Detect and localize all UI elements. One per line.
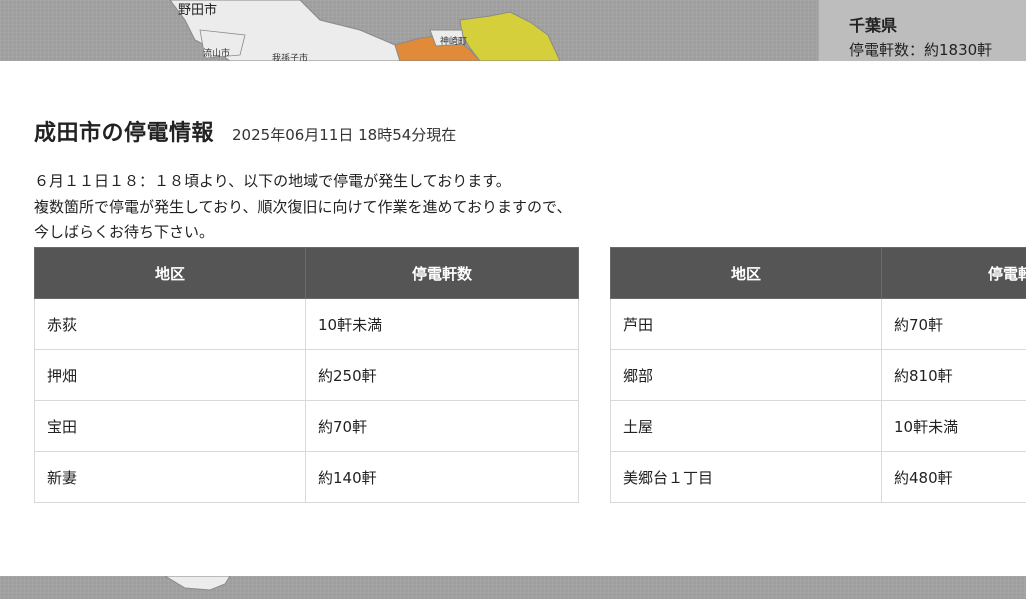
district-cell: 芦田 <box>610 298 882 350</box>
map-label-nagareyama: 流山市 <box>203 49 231 59</box>
district-cell: 郷部 <box>610 349 882 401</box>
table-row: 美郷台１丁目 約480軒 <box>610 451 1026 503</box>
outage-count-cell: 10軒未満 <box>305 298 579 350</box>
modal-header: 成田市の停電情報 2025年06月11日 18時54分現在 <box>34 115 456 147</box>
background-map: 野田市 流山市 我孫子市 神崎町 <box>0 0 818 61</box>
district-cell: 押畑 <box>34 349 306 401</box>
outage-count-cell: 約810軒 <box>881 349 1026 401</box>
outage-notice: ６月１１日１８：１８頃より、以下の地域で停電が発生しております。 複数箇所で停電… <box>34 169 571 246</box>
outage-count-cell: 約70軒 <box>881 298 1026 350</box>
outage-table-right: 地区 停電軒数 芦田 約70軒 郷部 約810軒 土屋 10軒未満 美郷台１丁目… <box>610 247 1026 503</box>
notice-line: 複数箇所で停電が発生しており、順次復旧に向けて作業を進めておりますので、 <box>34 197 572 216</box>
outage-count-cell: 約140軒 <box>305 451 579 503</box>
column-header-outage-count: 停電軒数 <box>305 247 579 299</box>
outage-count-cell: 約70軒 <box>305 400 579 452</box>
district-cell: 土屋 <box>610 400 882 452</box>
district-cell: 赤荻 <box>34 298 306 350</box>
region-prefecture: 千葉県 <box>849 16 898 35</box>
table-header-row: 地区 停電軒数 <box>610 247 1026 299</box>
outage-count-cell: 約250軒 <box>305 349 579 401</box>
outage-count-cell: 約480軒 <box>881 451 1026 503</box>
map-shapes <box>169 0 561 61</box>
outage-info-modal: 成田市の停電情報 2025年06月11日 18時54分現在 ６月１１日１８：１８… <box>0 61 1026 576</box>
background-map-bottom <box>0 576 1026 599</box>
table-row: 宝田 約70軒 <box>34 400 579 452</box>
table-header-row: 地区 停電軒数 <box>34 247 579 299</box>
outage-table-left: 地区 停電軒数 赤荻 10軒未満 押畑 約250軒 宝田 約70軒 新妻 約14… <box>34 247 579 503</box>
district-cell: 新妻 <box>34 451 306 503</box>
table-row: 郷部 約810軒 <box>610 349 1026 401</box>
map-label-noda: 野田市 <box>178 3 218 18</box>
map-shapes-bottom <box>164 576 231 591</box>
district-cell: 宝田 <box>34 400 306 452</box>
region-outage-count: 停電軒数：約1830軒 <box>849 41 993 59</box>
notice-line: 今しばらくお待ち下さい。 <box>34 223 215 241</box>
page-title: 成田市の停電情報 <box>34 121 215 146</box>
updated-timestamp: 2025年06月11日 18時54分現在 <box>232 126 457 144</box>
outage-count-cell: 10軒未満 <box>881 400 1026 452</box>
table-row: 土屋 10軒未満 <box>610 400 1026 452</box>
notice-line: ６月１１日１８：１８頃より、以下の地域で停電が発生しております。 <box>34 172 511 190</box>
map-label-kozaki: 神崎町 <box>440 37 468 47</box>
table-row: 赤荻 10軒未満 <box>34 298 579 350</box>
table-row: 押畑 約250軒 <box>34 349 579 401</box>
map-label-abiko: 我孫子市 <box>272 54 309 61</box>
region-info-panel: 千葉県 停電軒数：約1830軒 <box>818 0 1026 61</box>
table-row: 新妻 約140軒 <box>34 451 579 503</box>
column-header-district: 地区 <box>34 247 306 299</box>
column-header-outage-count: 停電軒数 <box>881 247 1026 299</box>
table-row: 芦田 約70軒 <box>610 298 1026 350</box>
district-cell: 美郷台１丁目 <box>610 451 882 503</box>
column-header-district: 地区 <box>610 247 882 299</box>
